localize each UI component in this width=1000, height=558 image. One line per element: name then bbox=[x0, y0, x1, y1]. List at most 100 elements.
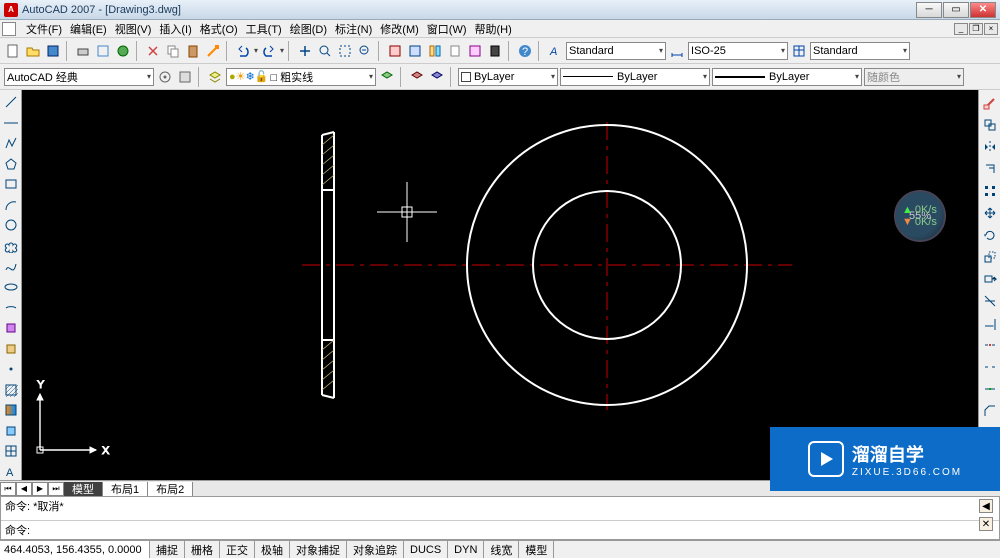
arc-tool-icon[interactable] bbox=[2, 197, 20, 214]
menu-window[interactable]: 窗口(W) bbox=[423, 20, 471, 38]
polygon-tool-icon[interactable] bbox=[2, 156, 20, 173]
redo-icon[interactable] bbox=[260, 42, 278, 60]
line-tool-icon[interactable] bbox=[2, 94, 20, 111]
pan-icon[interactable] bbox=[296, 42, 314, 60]
menu-view[interactable]: 视图(V) bbox=[111, 20, 156, 38]
color-combo[interactable]: ByLayer▾ bbox=[458, 68, 558, 86]
menu-draw[interactable]: 绘图(D) bbox=[286, 20, 331, 38]
lwt-toggle[interactable]: 线宽 bbox=[484, 541, 519, 558]
make-block-icon[interactable] bbox=[2, 340, 20, 357]
dim-style-icon[interactable] bbox=[668, 42, 686, 60]
menu-edit[interactable]: 编辑(E) bbox=[66, 20, 111, 38]
copy-icon[interactable] bbox=[164, 42, 182, 60]
ellipse-arc-tool-icon[interactable] bbox=[2, 299, 20, 316]
layer-previous-icon[interactable] bbox=[408, 68, 426, 86]
layer-props-icon[interactable] bbox=[206, 68, 224, 86]
osnap-toggle[interactable]: 对象捕捉 bbox=[290, 541, 347, 558]
mtext-tool-icon[interactable]: A bbox=[2, 464, 20, 481]
close-button[interactable]: ✕ bbox=[970, 2, 996, 18]
undo-icon[interactable] bbox=[234, 42, 252, 60]
break-icon[interactable] bbox=[981, 358, 999, 376]
layer-combo[interactable]: ●☀❄🔓 □ 粗实线▾ bbox=[226, 68, 376, 86]
array-icon[interactable] bbox=[981, 182, 999, 200]
insert-block-icon[interactable] bbox=[2, 320, 20, 337]
print-preview-icon[interactable] bbox=[94, 42, 112, 60]
sheet-set-icon[interactable] bbox=[446, 42, 464, 60]
table-style-combo[interactable]: Standard▾ bbox=[810, 42, 910, 60]
doc-minimize-button[interactable]: _ bbox=[954, 23, 968, 35]
coords-display[interactable]: 464.4053, 156.4355, 0.0000 bbox=[0, 541, 150, 558]
new-icon[interactable] bbox=[4, 42, 22, 60]
trim-icon[interactable] bbox=[981, 292, 999, 310]
otrack-toggle[interactable]: 对象追踪 bbox=[347, 541, 404, 558]
snap-toggle[interactable]: 捕捉 bbox=[150, 541, 185, 558]
doc-restore-button[interactable]: ❐ bbox=[969, 23, 983, 35]
region-tool-icon[interactable] bbox=[2, 423, 20, 440]
publish-icon[interactable] bbox=[114, 42, 132, 60]
copy-modify-icon[interactable] bbox=[981, 116, 999, 134]
circle-tool-icon[interactable] bbox=[2, 217, 20, 234]
xline-tool-icon[interactable] bbox=[2, 115, 20, 132]
ortho-toggle[interactable]: 正交 bbox=[220, 541, 255, 558]
table-style-icon[interactable] bbox=[790, 42, 808, 60]
layer-states-icon[interactable] bbox=[428, 68, 446, 86]
open-icon[interactable] bbox=[24, 42, 42, 60]
rotate-icon[interactable] bbox=[981, 226, 999, 244]
menu-tools[interactable]: 工具(T) bbox=[242, 20, 286, 38]
text-style-icon[interactable]: A bbox=[546, 42, 564, 60]
dim-style-combo[interactable]: ISO-25▾ bbox=[688, 42, 788, 60]
my-workspace-icon[interactable] bbox=[176, 68, 194, 86]
print-icon[interactable] bbox=[74, 42, 92, 60]
layer-make-current-icon[interactable] bbox=[378, 68, 396, 86]
menu-dimension[interactable]: 标注(N) bbox=[331, 20, 376, 38]
spline-tool-icon[interactable] bbox=[2, 258, 20, 275]
zoom-window-icon[interactable] bbox=[336, 42, 354, 60]
revcloud-tool-icon[interactable] bbox=[2, 238, 20, 255]
menu-modify[interactable]: 修改(M) bbox=[376, 20, 423, 38]
tab-last-button[interactable]: ⏭ bbox=[48, 482, 64, 496]
workspace-settings-icon[interactable] bbox=[156, 68, 174, 86]
join-icon[interactable] bbox=[981, 380, 999, 398]
doc-close-button[interactable]: × bbox=[984, 23, 998, 35]
offset-icon[interactable] bbox=[981, 160, 999, 178]
ducs-toggle[interactable]: DUCS bbox=[404, 541, 448, 558]
plot-style-combo[interactable]: 随颜色▾ bbox=[864, 68, 964, 86]
stretch-icon[interactable] bbox=[981, 270, 999, 288]
polar-toggle[interactable]: 极轴 bbox=[255, 541, 290, 558]
menu-help[interactable]: 帮助(H) bbox=[471, 20, 516, 38]
extend-icon[interactable] bbox=[981, 314, 999, 332]
cut-icon[interactable] bbox=[144, 42, 162, 60]
polyline-tool-icon[interactable] bbox=[2, 135, 20, 152]
properties-icon[interactable] bbox=[386, 42, 404, 60]
zoom-rt-icon[interactable] bbox=[316, 42, 334, 60]
lineweight-combo[interactable]: ByLayer▾ bbox=[712, 68, 862, 86]
scale-icon[interactable] bbox=[981, 248, 999, 266]
match-prop-icon[interactable] bbox=[204, 42, 222, 60]
command-close-button[interactable]: ◀ bbox=[979, 499, 993, 513]
command-options-button[interactable]: ✕ bbox=[979, 517, 993, 531]
quickcalc-icon[interactable] bbox=[486, 42, 504, 60]
design-center-icon[interactable] bbox=[406, 42, 424, 60]
move-icon[interactable] bbox=[981, 204, 999, 222]
erase-icon[interactable] bbox=[981, 94, 999, 112]
point-tool-icon[interactable] bbox=[2, 361, 20, 378]
tab-model[interactable]: 模型 bbox=[64, 482, 103, 496]
table-tool-icon[interactable] bbox=[2, 443, 20, 460]
save-icon[interactable] bbox=[44, 42, 62, 60]
mirror-icon[interactable] bbox=[981, 138, 999, 156]
hatch-tool-icon[interactable] bbox=[2, 381, 20, 398]
workspace-combo[interactable]: AutoCAD 经典▾ bbox=[4, 68, 154, 86]
help-icon[interactable]: ? bbox=[516, 42, 534, 60]
menu-file[interactable]: 文件(F) bbox=[22, 20, 66, 38]
tab-first-button[interactable]: ⏮ bbox=[0, 482, 16, 496]
tab-next-button[interactable]: ▶ bbox=[32, 482, 48, 496]
zoom-prev-icon[interactable] bbox=[356, 42, 374, 60]
model-toggle[interactable]: 模型 bbox=[519, 541, 554, 558]
menu-insert[interactable]: 插入(I) bbox=[155, 20, 195, 38]
minimize-button[interactable]: ─ bbox=[916, 2, 942, 18]
break-at-point-icon[interactable] bbox=[981, 336, 999, 354]
drawing-viewport[interactable]: X Y ▲ 0K/s▼ 0K/s 55% bbox=[22, 90, 978, 480]
markup-icon[interactable] bbox=[466, 42, 484, 60]
rectangle-tool-icon[interactable] bbox=[2, 176, 20, 193]
tab-prev-button[interactable]: ◀ bbox=[16, 482, 32, 496]
